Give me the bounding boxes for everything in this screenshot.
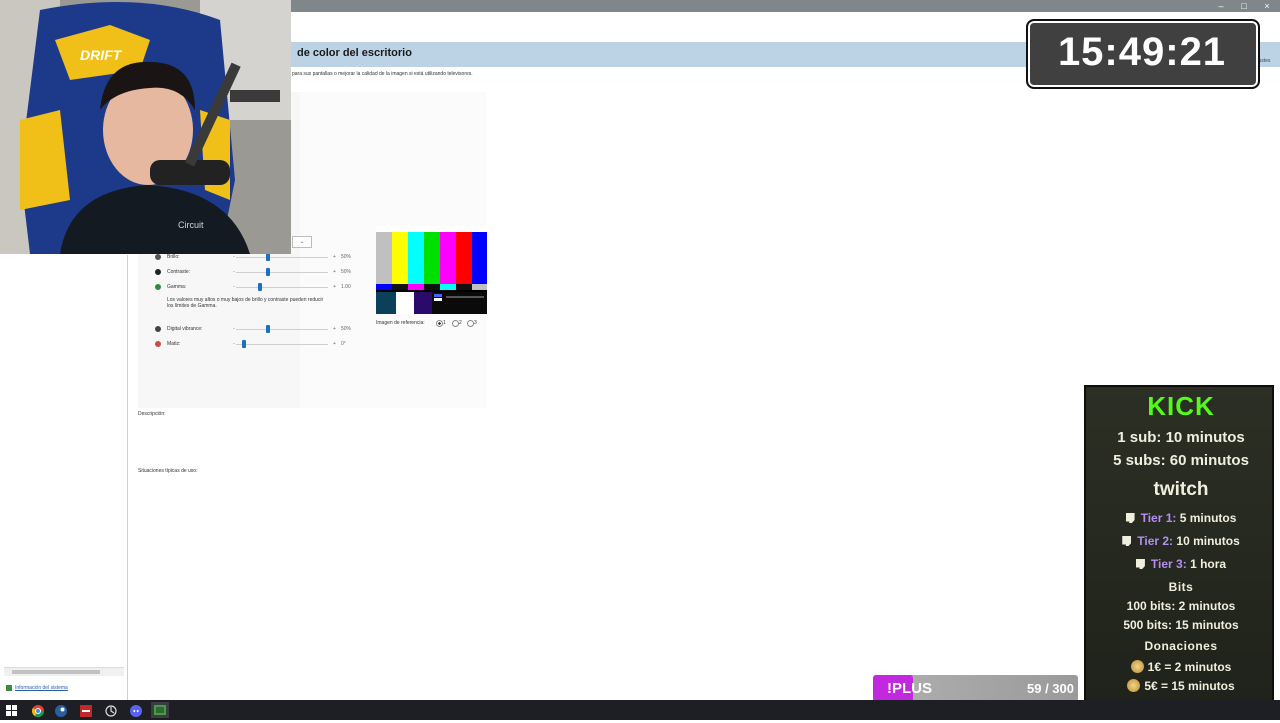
close-button[interactable]: × (1256, 0, 1278, 12)
slider-icon (155, 326, 161, 332)
app-red-icon[interactable] (80, 704, 92, 717)
description-label: Descripción: (138, 411, 166, 417)
reference-radio-1[interactable] (436, 320, 443, 327)
svg-text:DRIFT: DRIFT (80, 47, 123, 63)
sidebar (0, 255, 128, 700)
slider-decrease[interactable]: - (233, 269, 235, 275)
minimize-button[interactable]: – (1210, 0, 1232, 12)
subathon-rewards-panel: KICK 1 sub: 10 minutos 5 subs: 60 minuto… (1084, 385, 1274, 719)
slider-icon (155, 254, 161, 260)
twitch-logo: twitch (1153, 479, 1209, 500)
slider-decrease[interactable]: - (233, 326, 235, 332)
reference-option-2: 2 (459, 320, 462, 326)
system-info-icon (6, 685, 12, 691)
steam-icon[interactable] (55, 704, 67, 717)
slider-track[interactable] (236, 329, 328, 330)
slider-increase[interactable]: + (333, 326, 336, 332)
coin-icon (1130, 660, 1144, 673)
plus-label: !PLUS (887, 680, 932, 697)
plus-count: 59 / 300 (1027, 681, 1074, 696)
twitch-tier-1: Tier 1: 5 minutos (1086, 511, 1276, 525)
slider-increase[interactable]: + (333, 254, 336, 260)
slider-increase[interactable]: + (333, 269, 336, 275)
twitch-tier-2: Tier 2: 10 minutos (1086, 534, 1276, 548)
gamma-warning-text: Los valores muy altos o muy bajos de bri… (167, 297, 324, 309)
system-info-link[interactable]: Información del sistema (15, 685, 68, 691)
twitch-icon (1122, 536, 1132, 546)
slider-thumb[interactable] (257, 283, 262, 291)
slider-value: 50% (341, 269, 352, 275)
reference-radio-3[interactable] (467, 320, 474, 327)
twitch-icon (1125, 513, 1135, 523)
slider-track[interactable] (236, 257, 328, 258)
slider-label: Matiz: (167, 341, 181, 347)
streamer-webcam: DRIFT Circuit (0, 0, 291, 254)
slider-increase[interactable]: + (333, 341, 336, 347)
slider-label: Digital vibrance: (167, 326, 203, 332)
slider-label: Contraste: (167, 269, 191, 275)
game-icon[interactable] (151, 702, 169, 718)
slider-value: 1.00 (341, 284, 351, 290)
kick-logo: KICK (1147, 391, 1215, 421)
twitch-tier-3: Tier 3: 1 hora (1086, 557, 1276, 571)
slider-icon (155, 269, 161, 275)
sidebar-scrollbar[interactable] (4, 667, 124, 676)
typical-uses-label: Situaciones típicas de uso: (138, 468, 198, 474)
slider-track[interactable] (236, 287, 328, 288)
page-title: de color del escritorio (297, 47, 412, 59)
slider-decrease[interactable]: - (233, 341, 235, 347)
page-subtitle: para sus pantallas o mejorar la calidad … (292, 71, 473, 77)
maximize-button[interactable]: □ (1233, 0, 1255, 12)
twitch-icon (1135, 559, 1145, 569)
slider-icon (155, 341, 161, 347)
slider-thumb[interactable] (266, 268, 270, 276)
windows-start-icon[interactable] (6, 704, 18, 716)
display-dropdown[interactable]: ⌄ (292, 236, 312, 248)
slider-increase[interactable]: + (333, 284, 336, 290)
discord-icon[interactable] (130, 704, 142, 717)
slider-decrease[interactable]: - (233, 254, 235, 260)
browser-icon[interactable] (105, 704, 117, 717)
reference-image-label: Imagen de referencia: (376, 320, 425, 326)
coin-icon (1127, 679, 1141, 692)
scrollbar-thumb[interactable] (12, 670, 100, 674)
svg-text:Circuit: Circuit (178, 220, 204, 230)
slider-thumb[interactable] (266, 253, 270, 261)
kick-line-1: 1 sub: 10 minutos (1117, 429, 1245, 446)
reference-option-3: 3 (474, 320, 477, 326)
reference-radio-2[interactable] (452, 320, 459, 327)
slider-icon (155, 284, 161, 290)
bits-line-1: 100 bits: 2 minutos (1126, 599, 1236, 613)
bits-line-2: 500 bits: 15 minutos (1123, 618, 1239, 632)
reference-test-image (376, 226, 487, 314)
slider-track[interactable] (236, 272, 328, 273)
donation-line-2: 5€ = 15 minutos (1086, 679, 1276, 693)
slider-value: 50% (341, 254, 352, 260)
slider-decrease[interactable]: - (233, 284, 235, 290)
slider-value: 50% (341, 326, 352, 332)
slider-track[interactable] (236, 344, 328, 345)
donations-header: Donaciones (1144, 639, 1218, 653)
slider-label: Gamma: (167, 284, 187, 290)
slider-label: Brillo: (167, 254, 180, 260)
slider-thumb[interactable] (242, 340, 246, 348)
chrome-icon[interactable] (31, 704, 44, 718)
kick-line-2: 5 subs: 60 minutos (1113, 452, 1249, 469)
slider-thumb[interactable] (266, 325, 270, 333)
donation-line-1: 1€ = 2 minutos (1086, 660, 1276, 674)
slider-value: 0° (341, 341, 346, 347)
taskbar (0, 700, 1280, 720)
reference-option-1: 1 (443, 320, 446, 326)
bits-header: Bits (1168, 580, 1194, 594)
stream-timer: 15:49:21 (1057, 30, 1227, 74)
